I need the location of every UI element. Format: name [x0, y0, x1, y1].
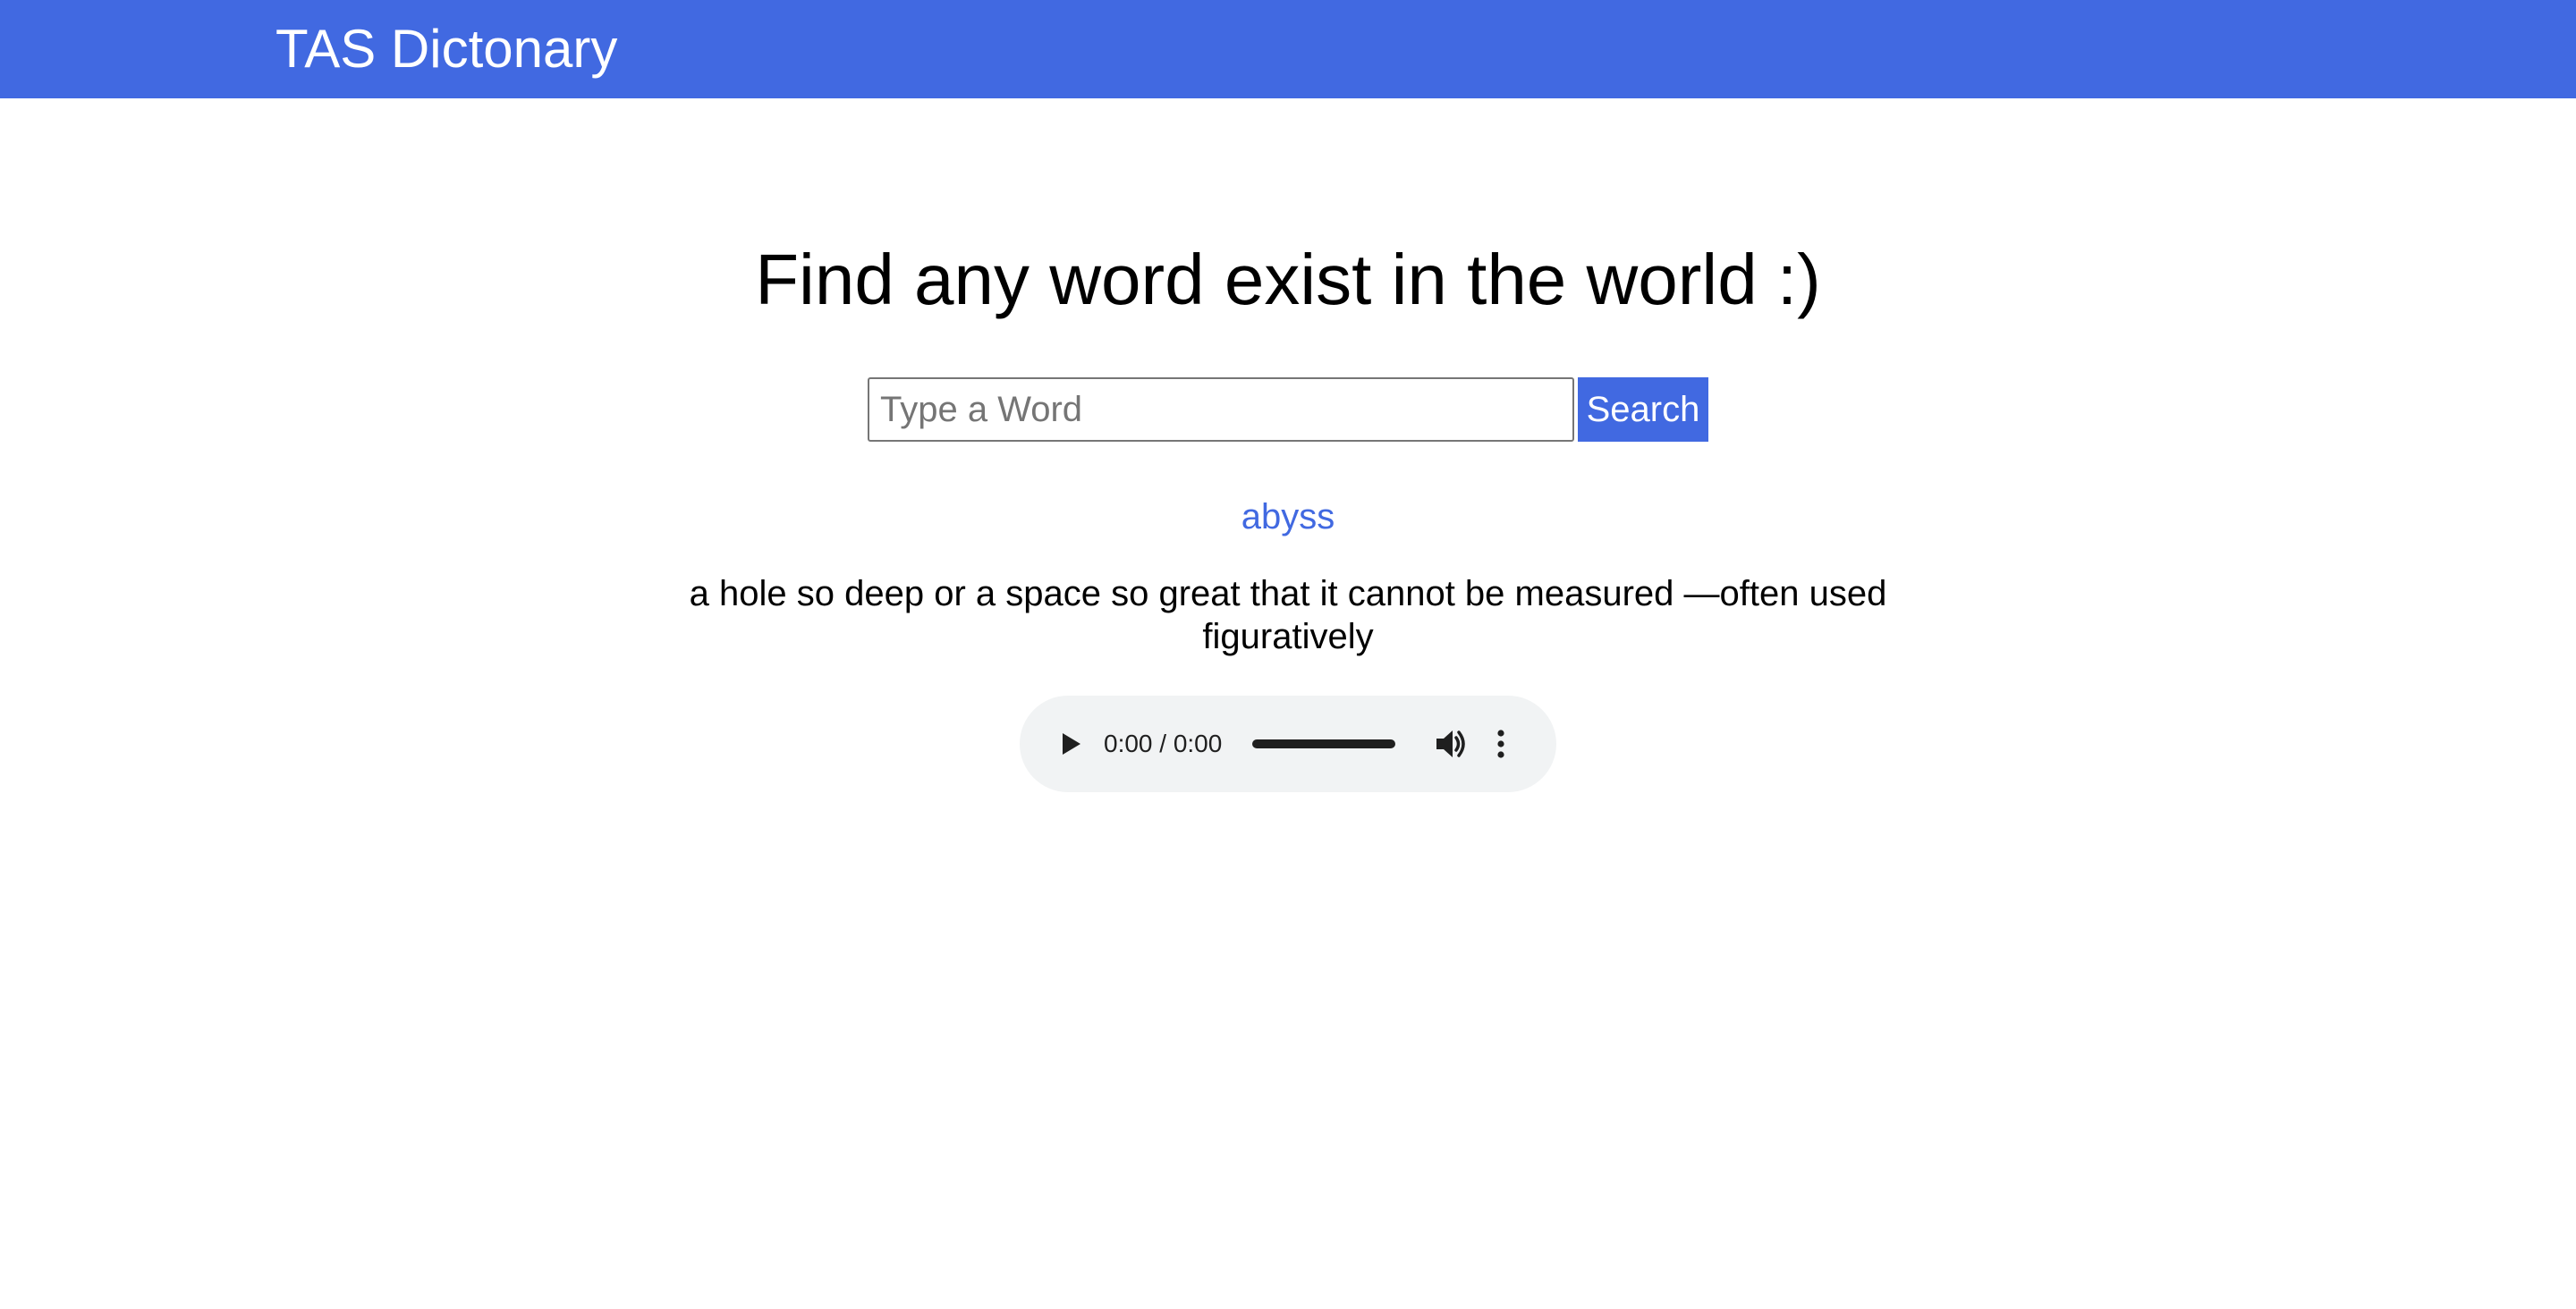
play-icon[interactable] [1052, 726, 1088, 762]
volume-icon[interactable] [1431, 724, 1470, 764]
audio-time-display: 0:00 / 0:00 [1104, 730, 1223, 757]
audio-progress-slider[interactable] [1252, 739, 1395, 748]
word-search-input[interactable] [868, 377, 1574, 442]
pronunciation-audio-player: 0:00 / 0:00 [1020, 696, 1556, 792]
brand-logo-text[interactable]: TAS Dictonary [275, 16, 617, 82]
result-definition: a hole so deep or a space so great that … [689, 574, 1887, 656]
more-options-icon[interactable] [1490, 724, 1512, 764]
top-navbar: TAS Dictonary [0, 0, 2576, 98]
search-form: Search [868, 377, 1708, 442]
search-button[interactable]: Search [1578, 377, 1708, 442]
result-word: abyss [1241, 497, 1335, 536]
page-headline: Find any word exist in the world :) [755, 240, 1821, 319]
